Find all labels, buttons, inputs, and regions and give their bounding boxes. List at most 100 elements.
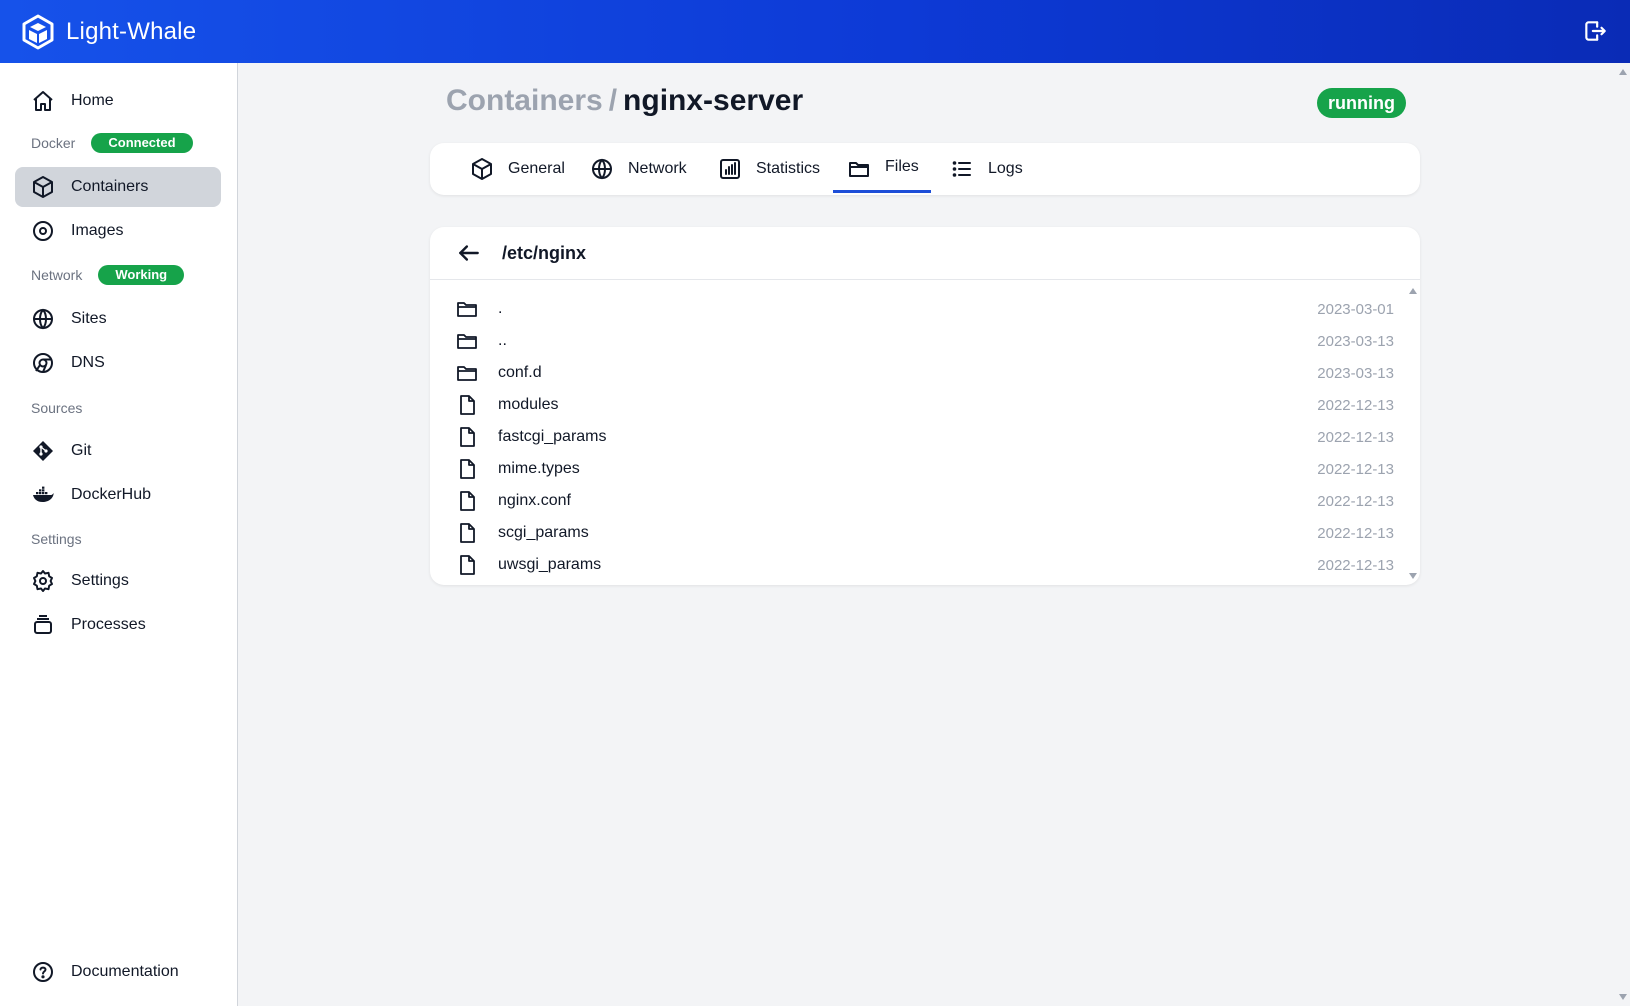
tab-label: Logs	[988, 160, 1023, 177]
file-browser: /etc/nginx . 2023-03-01.. 2023-03-13 conf.d…	[430, 227, 1420, 585]
file-date: 2022-12-13	[1317, 428, 1394, 446]
sidebar-item-documentation[interactable]: Documentation	[15, 952, 221, 992]
active-tab-indicator	[833, 190, 931, 193]
section-settings: Settings	[31, 531, 82, 547]
list-icon	[952, 161, 971, 177]
current-path: /etc/nginx	[502, 242, 587, 263]
tab-label: Network	[628, 160, 687, 177]
file-list-scrollbar[interactable]	[1406, 280, 1420, 585]
git-icon	[33, 441, 53, 461]
scroll-up-icon[interactable]	[1619, 69, 1627, 75]
file-icon	[460, 555, 475, 575]
home-icon	[33, 91, 53, 111]
file-row[interactable]: .. 2023-03-13	[454, 325, 1404, 357]
folder-icon	[457, 334, 477, 349]
sidebar-item-settings[interactable]: Settings	[15, 561, 221, 601]
sidebar: Home Docker Connected Containers Images …	[0, 63, 238, 1006]
brand[interactable]: Light-Whale	[20, 14, 196, 50]
file-date: 2022-12-13	[1317, 460, 1394, 478]
file-icon	[460, 459, 475, 479]
tab-label: Files	[885, 158, 919, 175]
tab-statistics[interactable]: Statistics	[718, 143, 820, 195]
app-name: Light-Whale	[66, 17, 197, 45]
sidebar-item-git[interactable]: Git	[15, 431, 221, 471]
breadcrumb: Containers / nginx-server	[446, 84, 803, 118]
file-name: .	[498, 300, 503, 317]
tab-logs[interactable]: Logs	[950, 143, 1023, 195]
globe-icon	[33, 308, 53, 330]
network-status-badge: Working	[98, 265, 185, 285]
breadcrumb-parent[interactable]: Containers	[446, 84, 603, 117]
sidebar-item-label: DockerHub	[71, 486, 152, 503]
file-date: 2023-03-13	[1317, 364, 1394, 382]
sidebar-item-label: Settings	[71, 572, 129, 589]
chart-icon	[720, 159, 740, 179]
file-row[interactable]: nginx.conf 2022-12-13	[454, 485, 1404, 517]
file-date: 2022-12-13	[1317, 492, 1394, 510]
top-bar: Light-Whale	[0, 0, 1630, 63]
breadcrumb-separator: /	[608, 84, 618, 117]
sidebar-item-dockerhub[interactable]: DockerHub	[15, 475, 221, 515]
tab-bar: General Network Statistics Files Logs	[430, 143, 1420, 195]
page-title: nginx-server	[623, 84, 804, 117]
sidebar-item-containers[interactable]: Containers	[15, 167, 221, 207]
section-label: Settings	[31, 531, 82, 547]
tab-general[interactable]: General	[470, 143, 565, 195]
docker-icon	[33, 486, 54, 503]
tab-label: Statistics	[756, 160, 821, 177]
docker-status-badge: Connected	[91, 133, 193, 153]
logout-icon[interactable]	[1582, 18, 1608, 44]
section-docker: Docker Connected	[31, 133, 193, 153]
file-name: scgi_params	[498, 524, 589, 541]
scroll-up-icon[interactable]	[1409, 288, 1417, 294]
file-date: 2022-12-13	[1317, 396, 1394, 414]
page-scrollbar[interactable]	[1616, 63, 1630, 1006]
file-name: conf.d	[498, 364, 542, 381]
folder-icon	[457, 302, 477, 317]
tab-files[interactable]: Files	[847, 143, 919, 195]
sidebar-item-label: Sites	[71, 310, 107, 327]
globe-icon	[592, 158, 612, 180]
disc-icon	[33, 221, 53, 241]
section-label: Docker	[31, 135, 76, 151]
file-row[interactable]: modules 2022-12-13	[454, 389, 1404, 421]
file-row[interactable]: scgi_params 2022-12-13	[454, 517, 1404, 549]
sidebar-item-label: Documentation	[71, 963, 179, 980]
file-row[interactable]: fastcgi_params 2022-12-13	[454, 421, 1404, 453]
sidebar-item-processes[interactable]: Processes	[15, 605, 221, 645]
gear-icon	[33, 570, 53, 592]
file-row[interactable]: conf.d 2023-03-13	[454, 357, 1404, 389]
section-label: Network	[31, 267, 83, 283]
sidebar-item-sites[interactable]: Sites	[15, 299, 221, 339]
file-date: 2023-03-01	[1317, 300, 1394, 318]
back-arrow-icon[interactable]	[456, 240, 482, 266]
file-date: 2022-12-13	[1317, 556, 1394, 574]
file-date: 2022-12-13	[1317, 524, 1394, 542]
file-date: 2023-03-13	[1317, 332, 1394, 350]
scroll-down-icon[interactable]	[1619, 994, 1627, 1000]
light-whale-logo-icon	[20, 14, 56, 50]
help-icon	[33, 962, 53, 982]
file-name: uwsgi_params	[498, 556, 602, 573]
section-network: Network Working	[31, 265, 185, 285]
sidebar-item-label: Images	[71, 222, 124, 239]
tab-label: General	[508, 160, 565, 177]
scroll-down-icon[interactable]	[1409, 573, 1417, 579]
sidebar-item-label: Git	[71, 442, 92, 459]
file-browser-header: /etc/nginx	[430, 227, 1420, 280]
sidebar-item-dns[interactable]: DNS	[15, 343, 221, 383]
sidebar-item-label: Home	[71, 92, 114, 109]
status-badge: running	[1317, 88, 1406, 118]
chrome-icon	[33, 353, 53, 373]
file-icon	[460, 523, 475, 543]
sidebar-item-images[interactable]: Images	[15, 211, 221, 251]
sidebar-item-label: Processes	[71, 616, 146, 633]
file-row[interactable]: . 2023-03-01	[454, 293, 1404, 325]
cube-icon	[472, 158, 492, 180]
tab-network[interactable]: Network	[590, 143, 687, 195]
file-row[interactable]: mime.types 2022-12-13	[454, 453, 1404, 485]
file-icon	[460, 491, 475, 511]
file-row[interactable]: uwsgi_params 2022-12-13	[454, 549, 1404, 581]
sidebar-item-home[interactable]: Home	[15, 81, 221, 121]
sidebar-item-label: DNS	[71, 354, 105, 371]
